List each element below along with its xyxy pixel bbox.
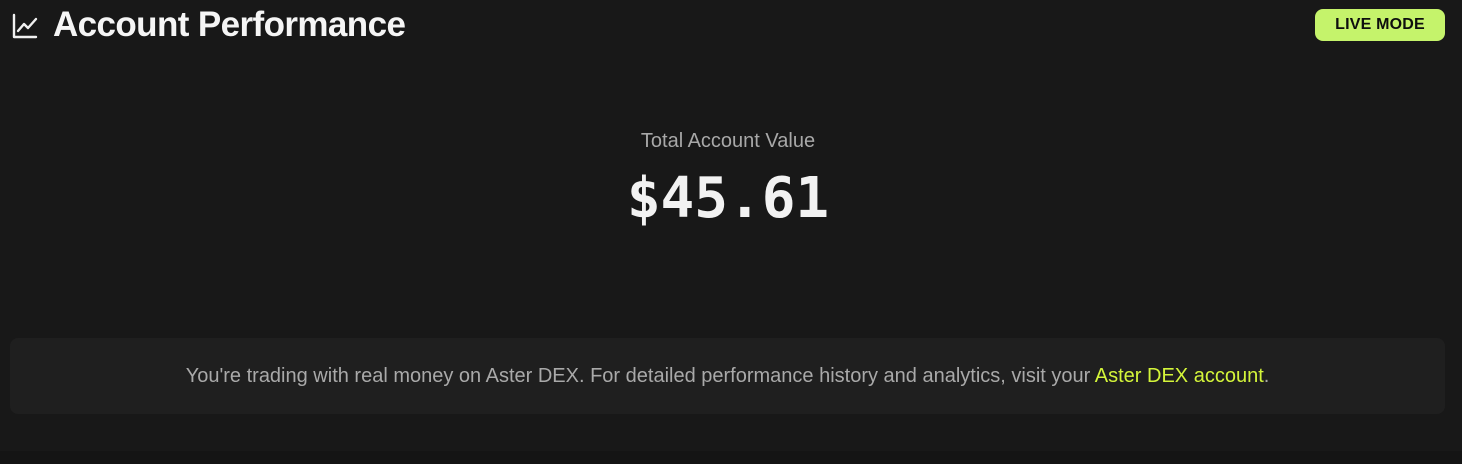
notice-text: You're trading with real money on Aster … bbox=[186, 365, 1270, 388]
total-account-value-label: Total Account Value bbox=[640, 130, 816, 152]
notice-suffix: . bbox=[1263, 364, 1270, 387]
bottom-divider bbox=[0, 451, 1462, 464]
notice-message: You're trading with real money on Aster … bbox=[185, 364, 1095, 387]
account-performance-panel: Account Performance LIVE MODE Total Acco… bbox=[0, 0, 1462, 451]
panel-header: Account Performance bbox=[12, 3, 406, 47]
aster-dex-account-link[interactable]: Aster DEX account bbox=[1095, 365, 1264, 387]
line-chart-icon bbox=[12, 13, 38, 39]
total-account-value: $45.61 bbox=[626, 166, 830, 231]
live-trading-notice: You're trading with real money on Aster … bbox=[10, 338, 1445, 414]
page-title: Account Performance bbox=[53, 5, 406, 44]
live-mode-badge: LIVE MODE bbox=[1315, 9, 1445, 41]
